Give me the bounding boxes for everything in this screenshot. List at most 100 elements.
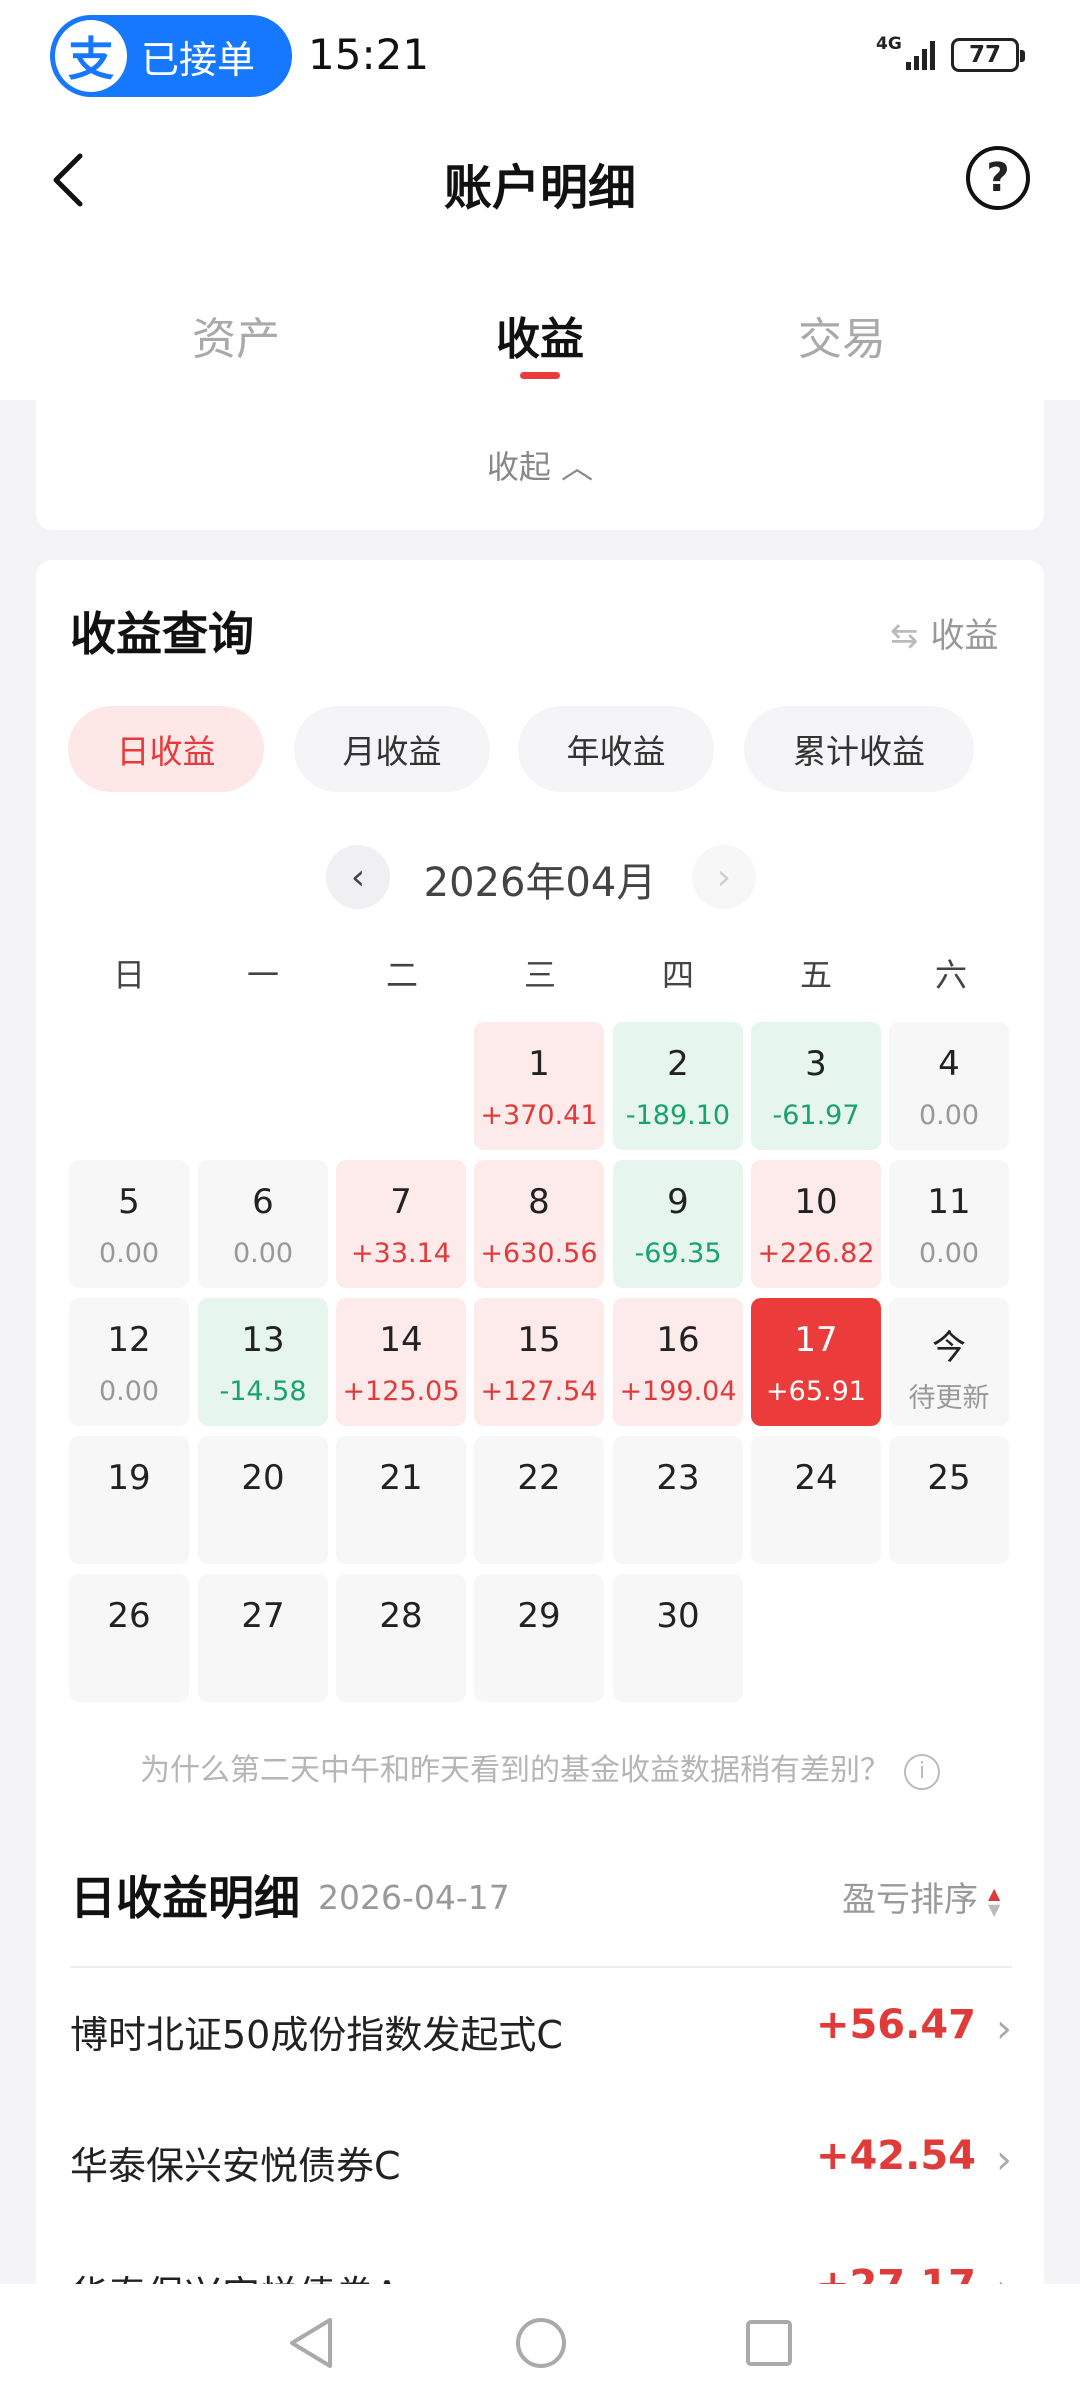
- calendar-day-number: 17: [794, 1320, 838, 1360]
- calendar-day-1[interactable]: 1 +370.41: [474, 1022, 604, 1150]
- order-status-label: 已接单: [141, 37, 256, 82]
- tab-active-indicator: [520, 372, 560, 379]
- fund-name: 博时北证50成份指数发起式C: [70, 2013, 563, 2057]
- nav-home-icon[interactable]: [516, 2318, 566, 2368]
- earnings-toggle-label: 收益: [930, 616, 999, 656]
- calendar-day-3[interactable]: 3 -61.97: [751, 1022, 881, 1150]
- calendar-day-number: 9: [667, 1182, 689, 1222]
- calendar-day-9[interactable]: 9 -69.35: [613, 1160, 743, 1288]
- calendar-day-earning: +127.54: [480, 1376, 598, 1407]
- daily-detail-date: 2026-04-17: [318, 1878, 510, 1917]
- page-title: 账户明细: [443, 160, 636, 216]
- calendar-day-number: 今: [932, 1328, 966, 1368]
- help-icon[interactable]: ?: [966, 146, 1030, 210]
- calendar-day-number: 23: [656, 1458, 700, 1498]
- calendar-day-earning: 0.00: [918, 1100, 980, 1131]
- calendar-day-earning: +33.14: [351, 1238, 451, 1269]
- info-icon: i: [904, 1753, 940, 1790]
- calendar-day-22: 22: [474, 1436, 604, 1564]
- calendar-day-number: 27: [241, 1596, 285, 1636]
- earnings-toggle-button[interactable]: ⇆ 收益: [890, 608, 999, 657]
- battery-icon: 77: [951, 38, 1025, 72]
- tab-transactions[interactable]: 交易: [742, 303, 942, 367]
- calendar-day-6[interactable]: 6 0.00: [198, 1160, 328, 1288]
- calendar-day-4[interactable]: 4 0.00: [889, 1022, 1009, 1150]
- calendar-day-number: 5: [118, 1182, 140, 1222]
- calendar-day-number: 19: [107, 1458, 151, 1498]
- calendar-day-earning: 待更新: [908, 1383, 990, 1414]
- earnings-query-title: 收益查询: [70, 607, 254, 661]
- divider: [70, 1966, 1012, 1968]
- calendar-day-earning: +125.05: [342, 1376, 460, 1407]
- calendar-day-number: 24: [794, 1458, 838, 1498]
- calendar-day-29: 29: [474, 1574, 604, 1702]
- calendar-day-number: 14: [379, 1320, 423, 1360]
- calendar-day-17[interactable]: 17 +65.91: [751, 1298, 881, 1426]
- calendar-day-number: 13: [241, 1320, 285, 1360]
- order-status-pill[interactable]: 支 已接单: [50, 15, 292, 97]
- calendar-day-earning: 0.00: [918, 1238, 980, 1269]
- note-text: 为什么第二天中午和昨天看到的基金收益数据稍有差别？: [140, 1753, 890, 1788]
- calendar-day-24: 24: [751, 1436, 881, 1564]
- nav-recents-icon[interactable]: [746, 2320, 792, 2366]
- calendar-day-12[interactable]: 12 0.00: [69, 1298, 189, 1426]
- calendar-day-30: 30: [613, 1574, 743, 1702]
- calendar-day-number: 15: [517, 1320, 561, 1360]
- weekday-label: 三: [523, 956, 556, 994]
- status-bar: 支 已接单 15:21 4G 77: [0, 0, 1080, 115]
- calendar-day-number: 1: [528, 1044, 550, 1084]
- collapse-button[interactable]: 收起 ︿: [36, 442, 1044, 488]
- calendar-day-18[interactable]: 今待更新: [889, 1298, 1009, 1426]
- calendar-day-earning: 0.00: [98, 1376, 160, 1407]
- fund-earning: +42.54: [815, 2133, 976, 2179]
- calendar-day-8[interactable]: 8 +630.56: [474, 1160, 604, 1288]
- tab-earnings[interactable]: 收益: [440, 303, 640, 367]
- fund-row[interactable]: 博时北证50成份指数发起式C +56.47 ›: [70, 2002, 1012, 2064]
- signal-icon: [906, 41, 935, 70]
- calendar-day-15[interactable]: 15 +127.54: [474, 1298, 604, 1426]
- month-label: 2026年04月: [423, 860, 657, 906]
- prev-month-button[interactable]: ‹: [326, 845, 390, 909]
- chip-cumulative-earnings[interactable]: 累计收益: [744, 706, 974, 792]
- chip-yearly-earnings[interactable]: 年收益: [518, 706, 714, 792]
- calendar-day-earning: +199.04: [619, 1376, 737, 1407]
- calendar-day-2[interactable]: 2 -189.10: [613, 1022, 743, 1150]
- chip-monthly-earnings[interactable]: 月收益: [294, 706, 490, 792]
- tab-assets[interactable]: 资产: [136, 303, 336, 367]
- calendar-day-number: 21: [379, 1458, 423, 1498]
- sort-arrows-icon: ▲ ▼: [988, 1883, 1001, 1919]
- calendar-day-number: 8: [528, 1182, 550, 1222]
- calendar-day-19: 19: [69, 1436, 189, 1564]
- calendar-day-number: 16: [656, 1320, 700, 1360]
- calendar-day-number: 11: [927, 1182, 971, 1222]
- swap-icon: ⇆: [890, 616, 919, 656]
- calendar-day-number: 28: [379, 1596, 423, 1636]
- calendar-day-10[interactable]: 10 +226.82: [751, 1160, 881, 1288]
- calendar-day-earning: +226.82: [757, 1238, 875, 1269]
- calendar-day-earning: -189.10: [625, 1100, 731, 1131]
- calendar-day-7[interactable]: 7 +33.14: [336, 1160, 466, 1288]
- fund-row[interactable]: 华泰保兴安悦债券C +42.54 ›: [70, 2133, 1012, 2195]
- calendar-day-number: 7: [390, 1182, 412, 1222]
- calendar-day-earning: -14.58: [219, 1376, 307, 1407]
- calendar-day-5[interactable]: 5 0.00: [69, 1160, 189, 1288]
- calendar-day-earning: +65.91: [766, 1376, 866, 1407]
- calendar-day-earning: -61.97: [772, 1100, 860, 1131]
- calendar-day-14[interactable]: 14 +125.05: [336, 1298, 466, 1426]
- earnings-difference-note[interactable]: 为什么第二天中午和昨天看到的基金收益数据稍有差别？ i: [0, 1745, 1080, 1790]
- calendar-day-earning: 0.00: [98, 1238, 160, 1269]
- chip-daily-earnings[interactable]: 日收益: [68, 706, 264, 792]
- calendar-day-11[interactable]: 11 0.00: [889, 1160, 1009, 1288]
- daily-detail-title: 日收益明细: [70, 1871, 300, 1925]
- next-month-button[interactable]: ›: [692, 845, 756, 909]
- weekday-label: 一: [246, 956, 279, 994]
- calendar-day-25: 25: [889, 1436, 1009, 1564]
- alipay-logo-icon: 支: [55, 20, 127, 92]
- calendar-day-13[interactable]: 13 -14.58: [198, 1298, 328, 1426]
- calendar-day-number: 20: [241, 1458, 285, 1498]
- calendar-day-21: 21: [336, 1436, 466, 1564]
- nav-back-icon[interactable]: [286, 2316, 336, 2370]
- weekday-label: 二: [385, 956, 418, 994]
- calendar-day-16[interactable]: 16 +199.04: [613, 1298, 743, 1426]
- sort-by-pnl-button[interactable]: 盈亏排序 ▲ ▼: [842, 1872, 1000, 1921]
